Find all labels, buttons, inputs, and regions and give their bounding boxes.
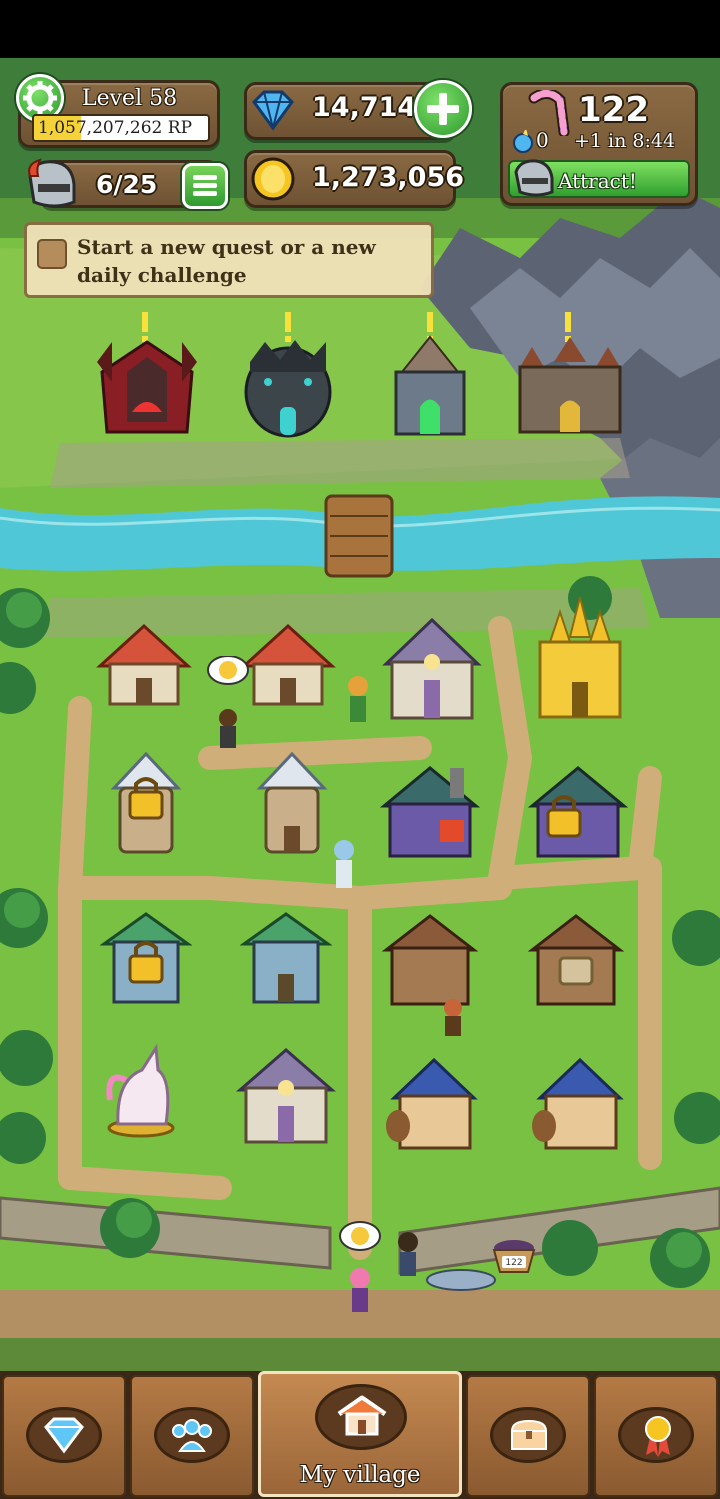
- system-status-bar: [0, 0, 720, 58]
- candy-value: 122: [578, 90, 649, 130]
- hero-mage[interactable]: [326, 822, 362, 898]
- gem-icon: [252, 90, 294, 131]
- dungeon-dark-tower[interactable]: [240, 312, 336, 442]
- plus-icon: [427, 93, 459, 125]
- gear-icon: [23, 81, 57, 115]
- house-purple-hall-2[interactable]: [236, 1044, 336, 1148]
- sleeping-wolf[interactable]: [424, 1262, 498, 1292]
- nav-tab-shop[interactable]: [2, 1375, 126, 1497]
- level-label: Level 58: [82, 86, 178, 111]
- gold-value: 1,273,056: [312, 162, 465, 193]
- house-purple-hall-1[interactable]: [382, 614, 482, 724]
- tavern-blue-1[interactable]: [384, 1054, 480, 1154]
- hero-elf[interactable]: [340, 662, 376, 732]
- house-red-roof-1[interactable]: [96, 620, 192, 710]
- tavern-blue-2[interactable]: [530, 1054, 626, 1154]
- rp-value: 1,057,207,262 RP: [38, 118, 193, 138]
- heroes-icon: [172, 1419, 212, 1452]
- hero-warrior-with-thought-bubble[interactable]: [206, 656, 256, 756]
- knight-helmet-icon: [514, 159, 554, 197]
- bottom-navigation: My village: [0, 1371, 720, 1499]
- buy-gems-button[interactable]: [414, 80, 472, 138]
- gold-coin-icon: [251, 157, 295, 201]
- rp-progress-bar: 1,057,207,262 RP: [32, 114, 210, 142]
- candy-basket[interactable]: 122: [492, 1238, 536, 1274]
- quest-checkbox[interactable]: [37, 239, 67, 269]
- nav-tab-my-village[interactable]: My village: [258, 1371, 462, 1497]
- unicorn-small-icon: [513, 130, 533, 153]
- nav-tab-my-village-label: My village: [299, 1462, 421, 1488]
- basket-icon: [492, 1240, 536, 1273]
- hero-dwarf[interactable]: [438, 996, 468, 1040]
- stone-tower-2[interactable]: [250, 748, 334, 858]
- dungeon-green-castle[interactable]: [382, 312, 478, 442]
- unicorn-statue[interactable]: [96, 1040, 186, 1140]
- attract-button[interactable]: Attract!: [508, 159, 690, 198]
- dungeon-stone-castle[interactable]: [510, 312, 630, 442]
- candy-pending-count: 0: [536, 128, 549, 152]
- heroes-count: 6/25: [96, 170, 158, 199]
- visitor-pink-hair-with-thought[interactable]: [334, 1220, 388, 1320]
- heroes-list-button[interactable]: [182, 163, 228, 209]
- workshop-1[interactable]: [382, 910, 478, 1010]
- basket-count: 122: [505, 1258, 523, 1268]
- golden-palace[interactable]: [530, 592, 630, 722]
- locked-workshop-2[interactable]: [528, 910, 624, 1010]
- gem-icon: [44, 1417, 84, 1454]
- quest-hint-card[interactable]: Start a new quest or a new daily challen…: [24, 222, 434, 298]
- locked-blacksmith-2[interactable]: [528, 762, 628, 862]
- quest-hint-text: Start a new quest or a new daily challen…: [77, 235, 376, 287]
- gems-value: 14,714: [312, 92, 417, 123]
- locked-stone-tower-1[interactable]: [104, 748, 188, 858]
- nav-tab-heroes[interactable]: [130, 1375, 254, 1497]
- medal-icon: [645, 1416, 671, 1457]
- knight-helmet-icon: [28, 158, 76, 208]
- house-icon: [337, 1395, 387, 1436]
- blacksmith-1[interactable]: [380, 762, 480, 862]
- visitor-bearded[interactable]: [388, 1226, 428, 1286]
- locked-pagoda-1[interactable]: [100, 904, 192, 1014]
- list-icon: [193, 175, 217, 196]
- pagoda-2[interactable]: [240, 904, 332, 1014]
- nav-tab-achievements[interactable]: [594, 1375, 718, 1497]
- attract-label: Attract!: [558, 169, 637, 193]
- dungeon-red-tent[interactable]: [92, 312, 202, 442]
- nav-tab-chest[interactable]: [466, 1375, 590, 1497]
- candy-timer: +1 in 8:44: [574, 130, 676, 152]
- chest-icon: [510, 1419, 548, 1450]
